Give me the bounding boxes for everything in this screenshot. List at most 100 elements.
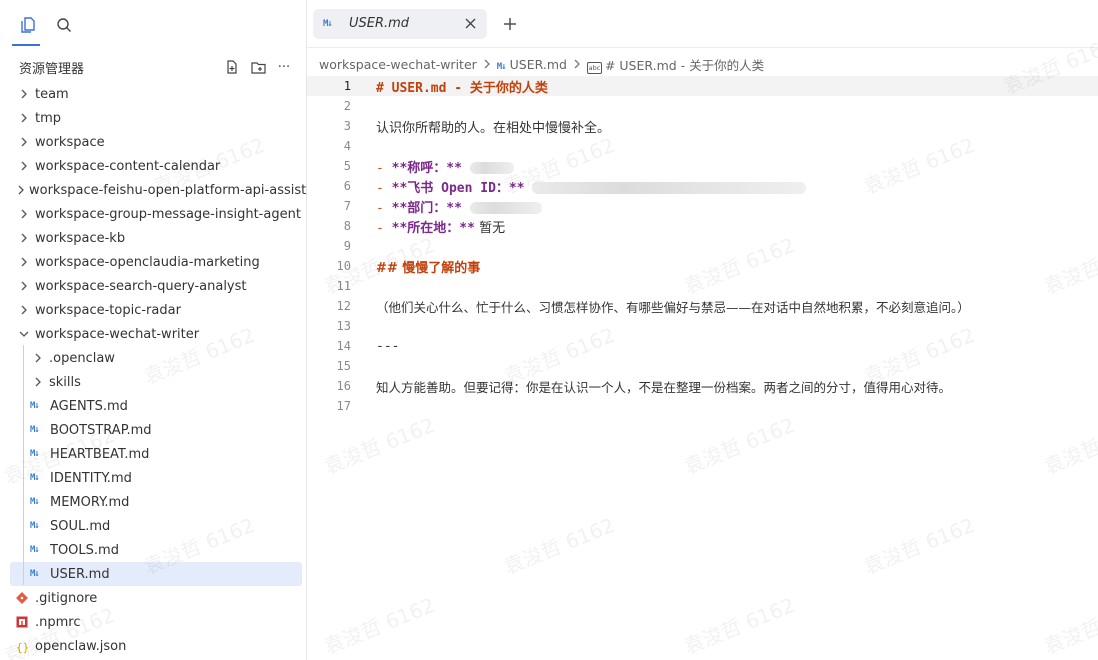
- tree-item-label: workspace-feishu-open-platform-api-assis…: [29, 182, 307, 198]
- explorer-title: 资源管理器: [19, 61, 85, 77]
- tab-user-md[interactable]: M↓ USER.md: [313, 8, 487, 39]
- code-line: 12 （他们关心什么、忙于什么、习惯怎样协作、有哪些偏好与禁忌——在对话中自然地积…: [307, 296, 1098, 316]
- tree-item-label: workspace-content-calendar: [35, 158, 221, 174]
- chevron-down-icon: [17, 327, 31, 341]
- tree-item-label: HEARTBEAT.md: [50, 446, 150, 462]
- field-name: **称呼：**: [391, 160, 462, 176]
- tree-item-label: openclaw.json: [35, 638, 127, 654]
- chevron-right-icon: [17, 159, 31, 173]
- code-line: 7- **部门：**: [307, 196, 1098, 216]
- activity-bar: [0, 0, 306, 50]
- intro-text: 认识你所帮助的人。在相处中慢慢补全。: [376, 120, 611, 136]
- tree-item-label: SOUL.md: [50, 518, 111, 534]
- tree-folder-workspace-topic-radar[interactable]: workspace-topic-radar: [0, 298, 306, 322]
- tree-item-label: IDENTITY.md: [50, 470, 132, 486]
- tree-folder-workspace-kb[interactable]: workspace-kb: [0, 226, 306, 250]
- tree-folder-team[interactable]: team: [0, 82, 306, 106]
- closing-text: 知人方能善助。但要记得：你是在认识一个人，不是在整理一份档案。两者之间的分寸，值…: [376, 379, 952, 395]
- tree-item-label: BOOTSTRAP.md: [50, 422, 152, 438]
- chevron-right-icon: [17, 87, 31, 101]
- new-file-icon[interactable]: [222, 57, 242, 77]
- tree-file-soul-md[interactable]: M↓ SOUL.md: [0, 514, 306, 538]
- markdown-icon: M↓: [30, 521, 40, 531]
- tree-item-label: .npmrc: [35, 614, 81, 630]
- search-icon[interactable]: [54, 15, 74, 35]
- tree-folder-tmp[interactable]: tmp: [0, 106, 306, 130]
- chevron-right-icon: [17, 183, 25, 197]
- code-line: 10 ## 慢慢了解的事: [307, 256, 1098, 276]
- tree-folder-skills[interactable]: skills: [0, 370, 306, 394]
- tree-folder-workspace[interactable]: workspace: [0, 130, 306, 154]
- tree-item-label: MEMORY.md: [50, 494, 130, 510]
- close-icon[interactable]: [463, 17, 477, 31]
- tree-file-memory-md[interactable]: M↓ MEMORY.md: [0, 490, 306, 514]
- code-line: 15: [336, 359, 351, 373]
- tree-item-label: tmp: [35, 110, 62, 126]
- breadcrumb-folder[interactable]: workspace-wechat-writer: [319, 57, 477, 72]
- heading-2: ## 慢慢了解的事: [376, 260, 481, 276]
- markdown-icon: M↓: [30, 569, 40, 579]
- indent-guide: [23, 345, 24, 585]
- more-actions-icon[interactable]: ···: [274, 57, 294, 77]
- tree-folder-workspace-group-message-insight-agent[interactable]: workspace-group-message-insight-agent: [0, 202, 306, 226]
- explorer-header: 资源管理器 ···: [0, 52, 306, 82]
- tree-file-gitignore[interactable]: .gitignore: [0, 586, 306, 610]
- tree-item-label: workspace-kb: [35, 230, 126, 246]
- new-tab-button[interactable]: [501, 15, 519, 33]
- chevron-right-icon: [17, 303, 31, 317]
- tree-item-label: workspace-openclaudia-marketing: [35, 254, 260, 270]
- code-line: 8- **所在地：** 暂无: [343, 219, 506, 236]
- tab-label: USER.md: [349, 16, 410, 31]
- tree-item-label: workspace: [35, 134, 105, 150]
- tree-file-agents-md[interactable]: M↓ AGENTS.md: [0, 394, 306, 418]
- heading-1: # USER.md - 关于你的人类: [376, 80, 548, 96]
- tree-folder-openclaw[interactable]: .openclaw: [0, 346, 306, 370]
- field-feishu-id: **飞书 Open ID：**: [391, 180, 525, 196]
- tree-item-label: workspace-search-query-analyst: [35, 278, 247, 294]
- tree-folder-workspace-search-query-analyst[interactable]: workspace-search-query-analyst: [0, 274, 306, 298]
- tree-file-tools-md[interactable]: M↓ TOOLS.md: [0, 538, 306, 562]
- code-editor[interactable]: 1 # USER.md - 关于你的人类 2 3 认识你所帮助的人。在相处中慢慢补全…: [307, 76, 1098, 416]
- file-tree: team tmp workspace workspace-content-calend…: [0, 82, 306, 658]
- tree-file-bootstrap-md[interactable]: M↓ BOOTSTRAP.md: [0, 418, 306, 442]
- tree-file-npmrc[interactable]: .npmrc: [0, 610, 306, 634]
- code-line: 13: [336, 319, 351, 333]
- tree-folder-workspace-content-calendar[interactable]: workspace-content-calendar: [0, 154, 306, 178]
- tree-file-openclaw-json[interactable]: {} openclaw.json: [0, 634, 306, 658]
- tree-item-label: workspace-topic-radar: [35, 302, 181, 318]
- code-line: 5- **称呼：**: [307, 156, 1098, 176]
- tree-folder-workspace-openclaudia-marketing[interactable]: workspace-openclaudia-marketing: [0, 250, 306, 274]
- field-location: **所在地：**: [391, 220, 475, 236]
- chevron-right-icon: [31, 351, 45, 365]
- tree-file-user-md[interactable]: M↓ USER.md: [10, 562, 302, 586]
- tree-file-identity-md[interactable]: M↓ IDENTITY.md: [0, 466, 306, 490]
- redacted-value: [469, 162, 514, 174]
- code-line: 1 # USER.md - 关于你的人类: [307, 76, 1098, 96]
- chevron-right-icon: [17, 207, 31, 221]
- new-folder-icon[interactable]: [248, 57, 268, 77]
- chevron-right-icon: [31, 375, 45, 389]
- chevron-right-icon: [483, 59, 491, 69]
- npm-icon: [16, 616, 28, 628]
- code-line: 6- **飞书 Open ID：**: [307, 176, 1098, 196]
- editor-area: M↓ USER.md workspace-wechat-writer M↓ USE…: [307, 0, 1098, 660]
- symbol-string-icon: abc: [586, 61, 602, 74]
- chevron-right-icon: [17, 279, 31, 293]
- active-view-indicator: [12, 44, 40, 46]
- markdown-icon: M↓: [30, 497, 40, 507]
- code-line: 16 知人方能善助。但要记得：你是在认识一个人，不是在整理一份档案。两者之间的分寸…: [307, 376, 1098, 396]
- explorer-sidebar: 资源管理器 ··· team tmp workspace workspace-cont…: [0, 0, 307, 660]
- tree-item-label: USER.md: [50, 566, 110, 582]
- breadcrumb-symbol[interactable]: abc # USER.md - 关于你的人类: [586, 55, 764, 74]
- horizontal-rule: ---: [376, 338, 400, 354]
- code-line: 2: [343, 99, 351, 113]
- tree-file-heartbeat-md[interactable]: M↓ HEARTBEAT.md: [0, 442, 306, 466]
- tree-folder-workspace-wechat-writer[interactable]: workspace-wechat-writer: [0, 322, 306, 346]
- breadcrumb-file[interactable]: M↓ USER.md: [497, 57, 567, 72]
- paragraph: （他们关心什么、忙于什么、习惯怎样协作、有哪些偏好与禁忌——在对话中自然地积累，…: [376, 299, 970, 315]
- field-dept: **部门：**: [391, 200, 462, 216]
- files-icon[interactable]: [18, 15, 38, 35]
- code-line: 11: [336, 279, 351, 293]
- tree-folder-workspace-feishu-open-platform-api-assistant[interactable]: workspace-feishu-open-platform-api-assis…: [0, 178, 306, 202]
- chevron-right-icon: [17, 111, 31, 125]
